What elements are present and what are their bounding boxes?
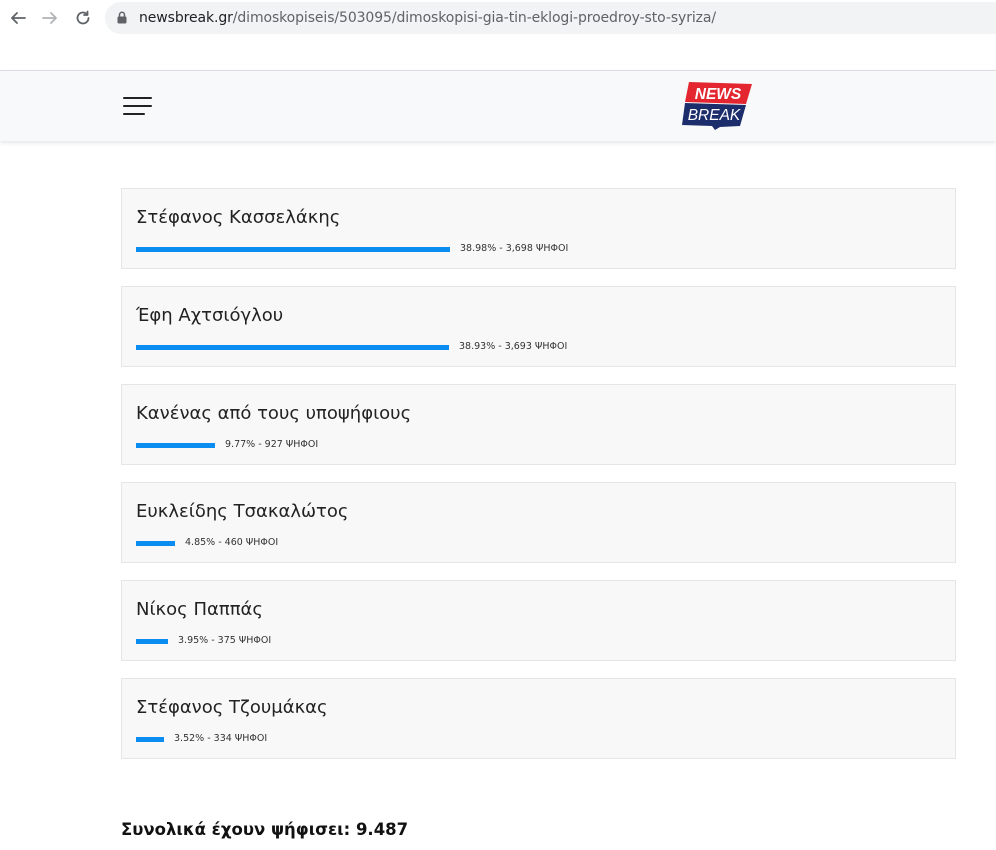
url-path: /dimoskopiseis/503095/dimoskopisi-gia-ti… — [232, 10, 716, 26]
menu-button[interactable] — [123, 97, 155, 117]
option-stat: 38.93% - 3,693 ΨΗΦΟΙ — [459, 341, 568, 352]
back-button[interactable] — [5, 5, 31, 31]
option-name: Στέφανος Τζουμάκας — [136, 697, 328, 718]
menu-icon-line — [123, 113, 145, 115]
poll-option: Κανένας από τους υποψήφιους 9.77% - 927 … — [121, 384, 956, 465]
result-bar — [136, 247, 450, 252]
poll-results: Στέφανος Κασσελάκης 38.98% - 3,698 ΨΗΦΟΙ… — [121, 188, 956, 776]
logo-text-break: BREAK — [688, 107, 741, 124]
option-stat: 3.52% - 334 ΨΗΦΟΙ — [174, 733, 268, 744]
browser-toolbar: newsbreak.gr/dimoskopiseis/503095/dimosk… — [0, 0, 996, 36]
poll-option: Ευκλείδης Τσακαλώτος 4.85% - 460 ΨΗΦΟΙ — [121, 482, 956, 563]
forward-button[interactable] — [37, 5, 63, 31]
total-votes: Συνολικά έχουν ψήφισει: 9.487 — [121, 820, 409, 839]
reload-icon — [76, 10, 90, 25]
menu-icon-line — [123, 97, 152, 99]
result-bar — [136, 639, 168, 644]
option-stat: 38.98% - 3,698 ΨΗΦΟΙ — [460, 243, 569, 254]
option-stat: 4.85% - 460 ΨΗΦΟΙ — [185, 537, 279, 548]
option-name: Ευκλείδης Τσακαλώτος — [136, 501, 349, 522]
arrow-left-icon — [11, 12, 26, 24]
option-stat: 3.95% - 375 ΨΗΦΟΙ — [178, 635, 272, 646]
menu-icon-line — [123, 105, 152, 107]
url-text: newsbreak.gr/dimoskopiseis/503095/dimosk… — [139, 10, 716, 26]
result-bar — [136, 345, 449, 350]
poll-option: Στέφανος Τζουμάκας 3.52% - 334 ΨΗΦΟΙ — [121, 678, 956, 759]
result-bar — [136, 737, 164, 742]
site-header: NEWS BREAK — [0, 70, 996, 141]
option-name: Στέφανος Κασσελάκης — [136, 207, 341, 228]
poll-option: Στέφανος Κασσελάκης 38.98% - 3,698 ΨΗΦΟΙ — [121, 188, 956, 269]
newsbreak-logo[interactable]: NEWS BREAK — [682, 82, 752, 132]
arrow-right-icon — [42, 12, 57, 24]
option-name: Νίκος Παππάς — [136, 599, 263, 620]
result-bar — [136, 443, 215, 448]
option-name: Κανένας από τους υποψήφιους — [136, 403, 412, 424]
lock-icon — [117, 11, 127, 24]
option-name: Έφη Αχτσιόγλου — [136, 305, 284, 326]
poll-option: Έφη Αχτσιόγλου 38.93% - 3,693 ΨΗΦΟΙ — [121, 286, 956, 367]
reload-button[interactable] — [70, 5, 96, 31]
option-stat: 9.77% - 927 ΨΗΦΟΙ — [225, 439, 319, 450]
poll-option: Νίκος Παππάς 3.95% - 375 ΨΗΦΟΙ — [121, 580, 956, 661]
logo-text-news: NEWS — [695, 86, 742, 103]
url-host: newsbreak.gr — [139, 10, 233, 26]
result-bar — [136, 541, 175, 546]
address-bar[interactable]: newsbreak.gr/dimoskopiseis/503095/dimosk… — [105, 2, 996, 34]
